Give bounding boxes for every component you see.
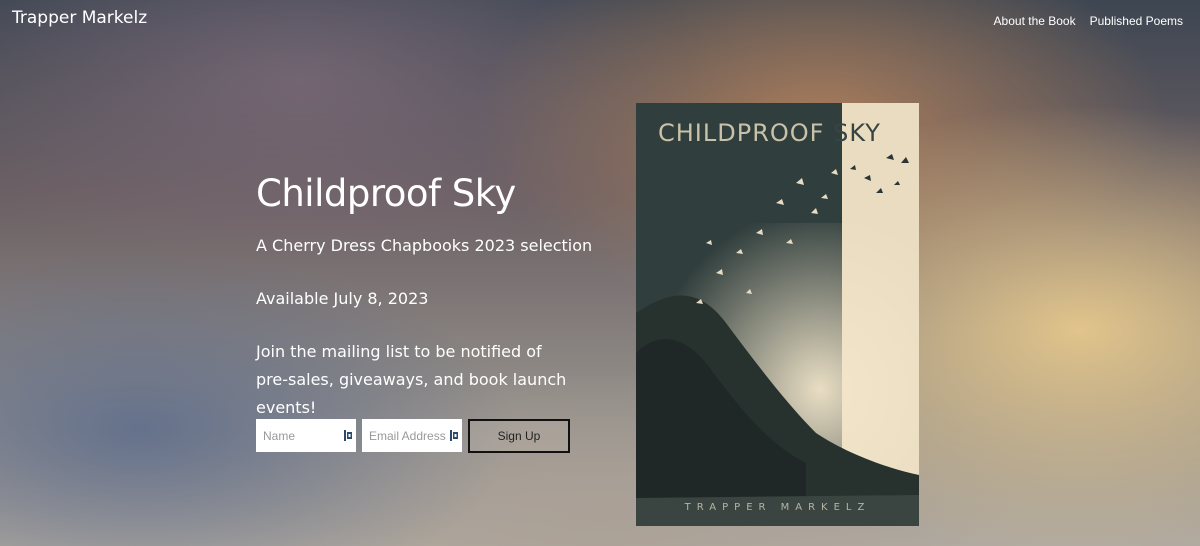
- cover-title: CHILDPROOF SKY: [658, 119, 881, 147]
- sign-up-button[interactable]: Sign Up: [468, 419, 570, 453]
- email-field-wrapper: [362, 419, 462, 452]
- site-title[interactable]: Trapper Markelz: [12, 8, 147, 28]
- mailing-list-text: Join the mailing list to be notified of …: [256, 342, 567, 417]
- book-cover-artwork: [636, 103, 919, 526]
- password-manager-icon[interactable]: [344, 430, 352, 441]
- name-input[interactable]: [256, 419, 356, 452]
- cover-author: TRAPPER MARKELZ: [684, 502, 871, 513]
- book-title: Childproof Sky: [256, 172, 516, 215]
- availability-date: Available July 8, 2023: [256, 289, 429, 308]
- password-manager-icon[interactable]: [450, 430, 458, 441]
- signup-form: Sign Up: [256, 419, 570, 453]
- book-cover: CHILDPROOF SKY TRAPPER MARKELZ: [636, 103, 919, 526]
- top-nav: About the Book Published Poems: [994, 14, 1183, 28]
- nav-link-published-poems[interactable]: Published Poems: [1090, 14, 1183, 28]
- email-input[interactable]: [362, 419, 462, 452]
- book-subtitle: A Cherry Dress Chapbooks 2023 selection: [256, 236, 593, 255]
- nav-link-about-the-book[interactable]: About the Book: [994, 14, 1076, 28]
- name-field-wrapper: [256, 419, 356, 452]
